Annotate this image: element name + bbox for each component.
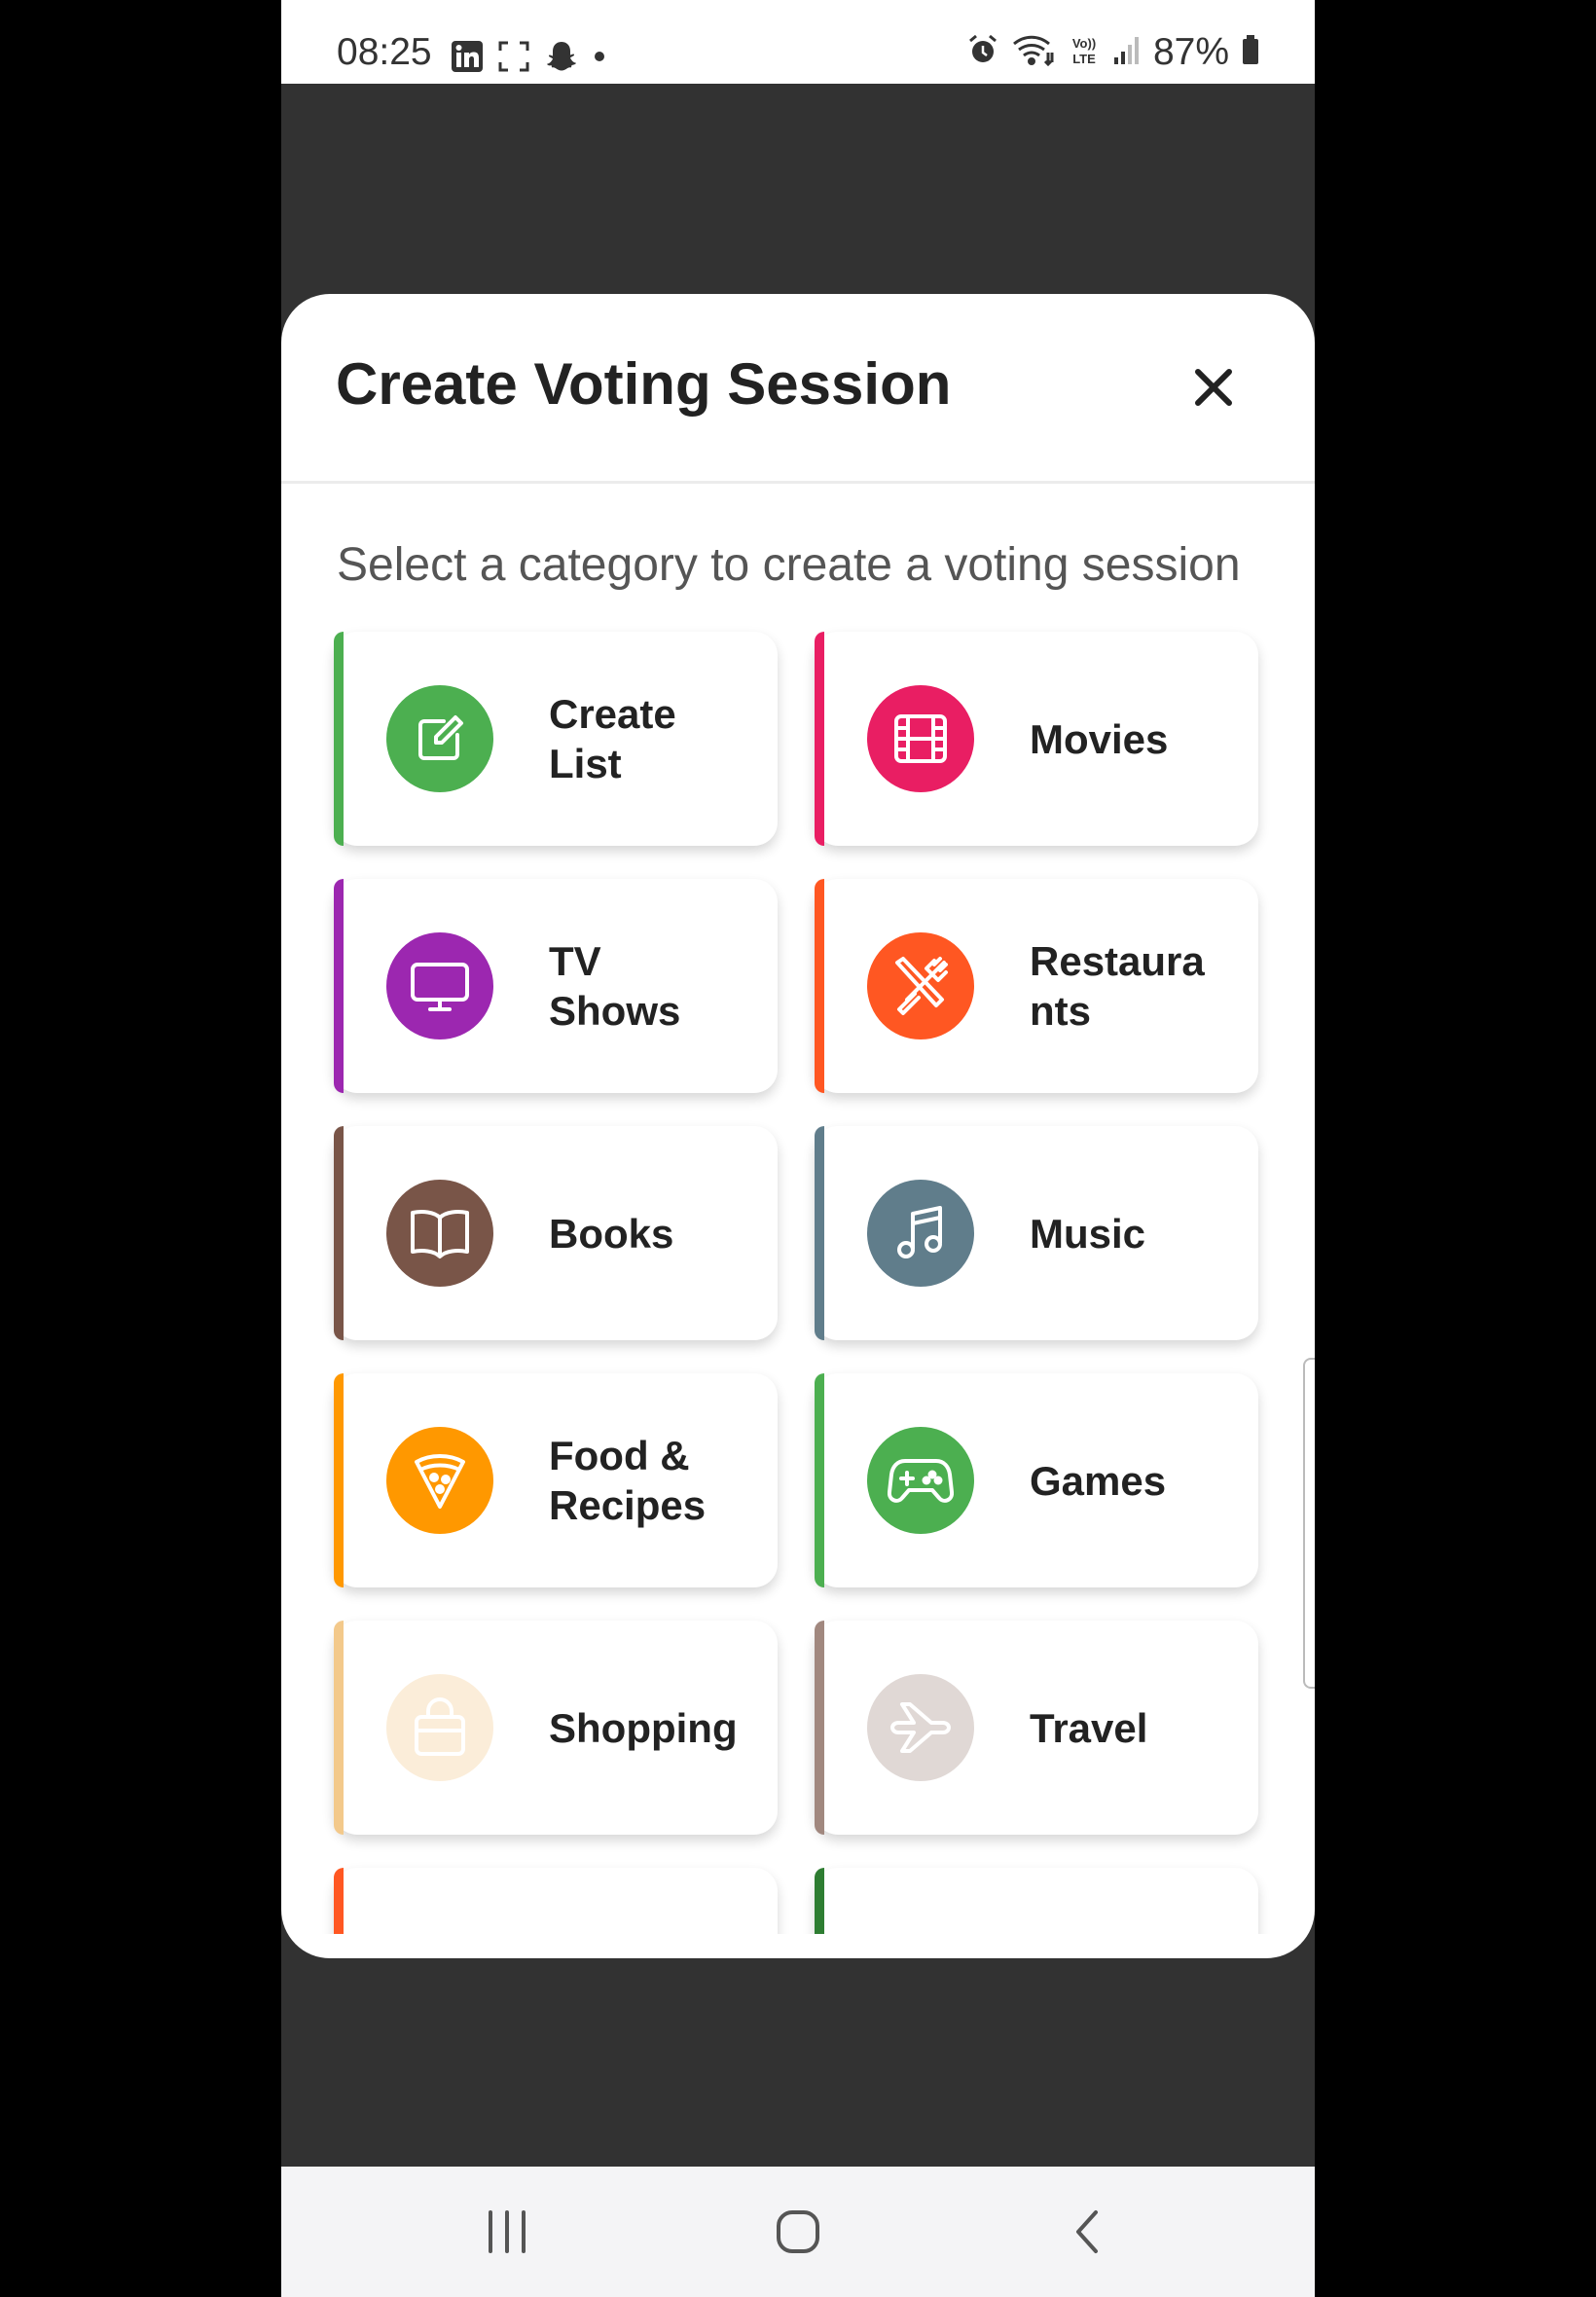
category-accent-bar [334,1126,344,1340]
book-icon [386,1180,493,1287]
battery-percent: 87% [1152,31,1229,73]
category-accent-bar [334,632,344,846]
category-accent-bar [815,1373,824,1587]
status-bar: 08:25 Vo)) LTE 87% [281,0,1315,84]
status-right: Vo)) LTE 87% [966,33,1260,71]
gamepad-icon [867,1427,974,1534]
alarm-icon [966,33,999,71]
wifi-icon [1011,33,1056,71]
category-label: Shopping [549,1704,738,1751]
status-left-icons [451,39,606,79]
volte-icon: Vo)) LTE [1068,33,1101,71]
category-card-create-list[interactable]: Create List [334,632,778,846]
tv-icon [386,932,493,1039]
category-card-games[interactable]: Games [815,1373,1258,1587]
category-accent-bar [815,632,824,846]
edit-icon [386,685,493,792]
category-accent-bar [815,879,824,1093]
category-grid: Create List Movies TV Shows Restaura nts Boo… [281,625,1315,1934]
film-icon [867,685,974,792]
back-button[interactable] [1009,2167,1165,2297]
category-label: Books [549,1210,674,1257]
close-button[interactable] [1186,360,1241,415]
category-card-shopping[interactable]: Shopping [334,1621,778,1835]
category-label: Restaura nts [1030,938,1205,1034]
svg-text:Vo)): Vo)) [1072,36,1096,51]
category-accent-bar [334,879,344,1093]
category-accent-bar [815,1868,824,1934]
category-label: Food & Recipes [549,1433,707,1528]
recent-apps-button[interactable] [429,2167,585,2297]
category-label: Travel [1030,1704,1148,1751]
dialog-title: Create Voting Session [336,351,952,417]
category-label: Create List [549,691,676,786]
back-icon [1076,2210,1098,2253]
battery-icon [1241,33,1260,71]
category-label: Music [1030,1210,1146,1257]
dialog-header: Create Voting Session [281,294,1315,484]
category-card-partial[interactable] [815,1868,1258,1934]
linkedin-icon [451,40,484,78]
category-accent-bar [815,1621,824,1835]
recent-apps-icon [489,2210,526,2253]
screenshot-icon [497,40,530,78]
category-card-food-recipes[interactable]: Food & Recipes [334,1373,778,1587]
pizza-icon [386,1427,493,1534]
snapchat-icon [544,39,579,79]
dot-icon [593,50,606,68]
shopping-bag-icon [386,1674,493,1781]
category-card-movies[interactable]: Movies [815,632,1258,846]
category-card-travel[interactable]: Travel [815,1621,1258,1835]
category-card-books[interactable]: Books [334,1126,778,1340]
category-label: Games [1030,1457,1167,1504]
dialog-subtitle: Select a category to create a voting ses… [337,539,1241,591]
home-button[interactable] [720,2167,876,2297]
category-card-partial[interactable] [334,1868,778,1934]
home-icon [777,2210,819,2253]
category-accent-bar [334,1621,344,1835]
category-accent-bar [334,1373,344,1587]
phone-screen: 08:25 Vo)) LTE 87% Create Voting Session… [281,0,1315,2297]
music-icon [867,1180,974,1287]
navigation-bar [281,2167,1315,2297]
svg-text:LTE: LTE [1072,52,1096,66]
category-card-tv-shows[interactable]: TV Shows [334,879,778,1093]
scroll-indicator[interactable] [1303,1358,1315,1689]
category-label: Movies [1030,715,1169,762]
close-icon [1195,369,1232,406]
airplane-icon [867,1674,974,1781]
category-accent-bar [334,1868,344,1934]
category-label: TV Shows [549,938,681,1034]
category-card-music[interactable]: Music [815,1126,1258,1340]
signal-icon [1112,33,1142,71]
category-card-restaura-nts[interactable]: Restaura nts [815,879,1258,1093]
status-time: 08:25 [337,31,432,73]
category-accent-bar [815,1126,824,1340]
create-voting-session-dialog: Create Voting Session Select a category … [281,294,1315,1958]
utensils-icon [867,932,974,1039]
